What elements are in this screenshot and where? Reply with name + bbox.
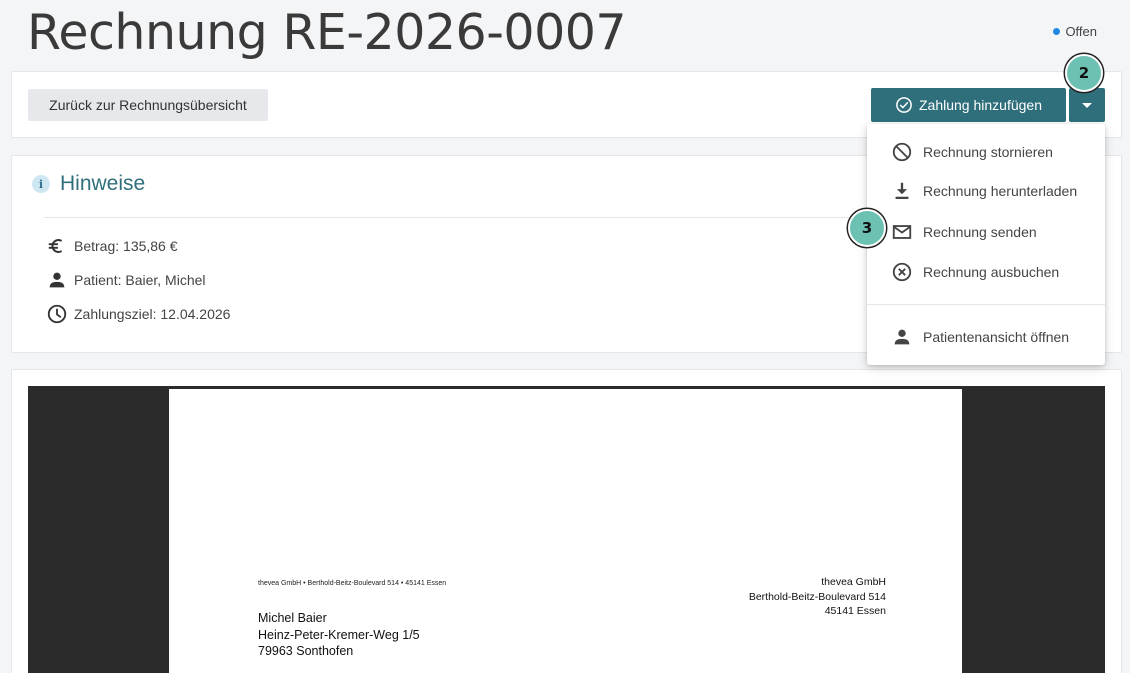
company-name: thevea GmbH: [821, 576, 886, 588]
menu-item-label: Rechnung stornieren: [923, 144, 1053, 160]
menu-item-label: Patientenansicht öffnen: [923, 329, 1070, 345]
recipient-name: Michel Baier: [258, 611, 327, 625]
step-badge-3: 3: [848, 209, 886, 247]
company-address: thevea GmbH Berthold-Beitz-Boulevard 514…: [749, 575, 886, 619]
status-dot-icon: [1053, 28, 1061, 35]
menu-item-download-invoice[interactable]: Rechnung herunterladen: [867, 172, 1105, 210]
status-label: Offen: [1065, 24, 1097, 39]
euro-icon: [48, 239, 63, 253]
notes-title: Hinweise: [60, 172, 146, 195]
mail-icon: [892, 225, 912, 239]
cancel-circle-icon: [892, 262, 912, 282]
recipient-address: Michel Baier Heinz-Peter-Kremer-Weg 1/5 …: [258, 610, 420, 660]
menu-item-write-off-invoice[interactable]: Rechnung ausbuchen: [867, 253, 1105, 291]
caret-down-icon: [1082, 102, 1092, 108]
amount-text: Betrag: 135,86 €: [74, 238, 178, 254]
download-icon: [895, 182, 909, 200]
invoice-preview: thevea GmbH • Berthold-Beitz-Boulevard 5…: [11, 369, 1122, 673]
company-city: 45141 Essen: [824, 605, 886, 617]
sender-line: thevea GmbH • Berthold-Beitz-Boulevard 5…: [258, 580, 447, 587]
pdf-page: thevea GmbH • Berthold-Beitz-Boulevard 5…: [169, 389, 962, 673]
check-circle-icon: [896, 97, 912, 113]
notes-header: i Hinweise: [32, 172, 145, 196]
page-title: Rechnung RE-2026-0007: [27, 4, 627, 61]
add-payment-button[interactable]: Zahlung hinzufügen: [871, 88, 1066, 122]
clock-icon: [47, 304, 67, 324]
menu-item-label: Rechnung herunterladen: [923, 183, 1078, 199]
step-badge-2: 2: [1065, 54, 1103, 92]
due-date-row: Zahlungsziel: 12.04.2026: [46, 303, 230, 325]
status-badge: Offen: [1053, 24, 1097, 39]
back-to-invoices-button[interactable]: Zurück zur Rechnungsübersicht: [28, 89, 268, 121]
menu-divider: [867, 304, 1105, 305]
pdf-viewer[interactable]: thevea GmbH • Berthold-Beitz-Boulevard 5…: [28, 386, 1105, 673]
block-icon: [892, 142, 912, 162]
recipient-city: 79963 Sonthofen: [258, 644, 354, 658]
actions-dropdown-menu: Rechnung stornieren Rechnung herunterlad…: [867, 124, 1105, 365]
amount-row: Betrag: 135,86 €: [46, 235, 178, 257]
patient-text: Patient: Baier, Michel: [74, 272, 206, 288]
person-icon: [894, 329, 910, 345]
menu-item-open-patient-view[interactable]: Patientenansicht öffnen: [867, 318, 1105, 356]
due-date-text: Zahlungsziel: 12.04.2026: [74, 306, 231, 322]
more-actions-dropdown-button[interactable]: [1069, 88, 1105, 122]
menu-item-label: Rechnung senden: [923, 224, 1037, 240]
recipient-street: Heinz-Peter-Kremer-Weg 1/5: [258, 627, 420, 642]
person-icon: [49, 272, 65, 288]
company-street: Berthold-Beitz-Boulevard 514: [748, 590, 886, 603]
menu-item-send-invoice[interactable]: Rechnung senden: [867, 213, 1105, 251]
menu-item-label: Rechnung ausbuchen: [923, 264, 1060, 280]
info-icon: i: [32, 175, 50, 193]
menu-item-cancel-invoice[interactable]: Rechnung stornieren: [867, 133, 1105, 171]
patient-row: Patient: Baier, Michel: [46, 269, 206, 291]
add-payment-label: Zahlung hinzufügen: [919, 97, 1042, 113]
